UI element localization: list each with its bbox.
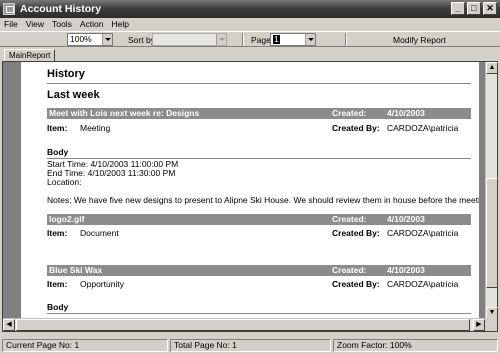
title-divider <box>47 83 471 84</box>
body-line: Location: <box>47 177 82 187</box>
created-label: Created: <box>332 265 367 275</box>
entry-header: Blue Ski Wax Created: 4/10/2003 10:53:36… <box>47 265 471 286</box>
modify-report-button[interactable]: Modify Report <box>393 35 446 45</box>
menu-file[interactable]: File <box>0 18 22 31</box>
body-label: Body <box>47 147 69 157</box>
minimize-icon: _ <box>455 3 461 13</box>
created-by-value: CARDOZA\patricia <box>387 228 459 238</box>
scrollbar-corner <box>485 318 497 331</box>
report-tabs: MainReport <box>0 47 500 61</box>
vertical-scrollbar[interactable]: ▲ ▼ <box>485 62 498 319</box>
item-value: Opportunity <box>80 279 124 289</box>
window-title: Account History <box>20 3 102 15</box>
body-label: Body <box>47 302 69 312</box>
group-heading: Last week <box>47 89 100 101</box>
report-viewer: History Last week Meet with Lois next we… <box>2 61 498 332</box>
toolbar-separator <box>345 33 347 46</box>
entry-header: logo2.gif Created: 4/10/2003 10:53:17PM <box>47 214 471 235</box>
minimize-button[interactable]: _ <box>451 2 465 15</box>
chevron-left-icon: ◀ <box>6 321 12 328</box>
chevron-up-icon: ▲ <box>488 64 496 71</box>
chevron-down-icon[interactable] <box>102 34 112 45</box>
maximize-icon: □ <box>471 3 477 13</box>
page-value: 1 <box>273 34 280 44</box>
toolbar: 100% Sort by: Page: 1 Modify Report <box>0 31 500 47</box>
tab-main-report[interactable]: MainReport <box>4 49 56 61</box>
entry-subject: Meet with Lois next week re: Designs <box>49 108 200 118</box>
status-zoom-factor: Zoom Factor: 100% <box>333 339 498 352</box>
menu-view[interactable]: View <box>22 18 48 31</box>
item-label: Item: <box>47 123 68 133</box>
body-divider <box>47 313 471 314</box>
horizontal-scrollbar[interactable]: ◀ ▶ <box>3 318 485 331</box>
status-bar: Current Page No: 1 Total Page No: 1 Zoom… <box>0 337 500 354</box>
page-select[interactable]: 1 <box>270 33 316 46</box>
close-button[interactable]: ✕ <box>483 2 497 15</box>
chevron-down-icon: ▼ <box>488 309 496 316</box>
vertical-scroll-thumb[interactable] <box>486 178 498 288</box>
created-by-label: Created By: <box>332 228 380 238</box>
entry-subject: logo2.gif <box>49 214 85 224</box>
title-bar: Account History _ □ ✕ <box>0 0 500 18</box>
horizontal-scroll-thumb[interactable] <box>16 319 470 331</box>
created-by-value: CARDOZA\patricia <box>387 279 459 289</box>
menu-action[interactable]: Action <box>76 18 108 31</box>
chevron-down-icon[interactable] <box>305 34 315 45</box>
chevron-right-icon: ▶ <box>476 321 482 328</box>
window-controls: _ □ ✕ <box>451 2 497 15</box>
body-line: Notes: We have five new designs to prese… <box>47 195 479 205</box>
entry-subject: Blue Ski Wax <box>49 265 103 275</box>
sortby-select[interactable] <box>152 33 227 46</box>
scroll-up-button[interactable]: ▲ <box>486 62 498 74</box>
report-title: History <box>47 68 85 80</box>
toolbar-separator <box>242 33 244 46</box>
zoom-select[interactable]: 100% <box>67 33 113 46</box>
close-icon: ✕ <box>486 3 494 13</box>
created-label: Created: <box>332 214 367 224</box>
menu-tools[interactable]: Tools <box>48 18 76 31</box>
entry-header: Meet with Lois next week re: Designs Cre… <box>47 108 471 129</box>
menu-bar: File View Tools Action Help <box>0 18 500 31</box>
created-by-value: CARDOZA\patricia <box>387 123 459 133</box>
created-by-label: Created By: <box>332 279 380 289</box>
menu-help[interactable]: Help <box>107 18 132 31</box>
status-current-page: Current Page No: 1 <box>2 339 168 352</box>
item-label: Item: <box>47 279 68 289</box>
created-label: Created: <box>332 108 367 118</box>
item-value: Meeting <box>80 123 111 133</box>
scroll-left-button[interactable]: ◀ <box>3 319 15 331</box>
scroll-right-button[interactable]: ▶ <box>473 319 485 331</box>
item-label: Item: <box>47 228 68 238</box>
created-by-label: Created By: <box>332 123 380 133</box>
zoom-value: 100% <box>70 34 92 44</box>
status-total-page: Total Page No: 1 <box>170 339 331 352</box>
app-icon[interactable] <box>3 3 15 15</box>
chevron-down-icon[interactable] <box>216 34 226 45</box>
maximize-button[interactable]: □ <box>467 2 481 15</box>
report-page: History Last week Meet with Lois next we… <box>21 62 479 320</box>
item-value: Document <box>80 228 119 238</box>
